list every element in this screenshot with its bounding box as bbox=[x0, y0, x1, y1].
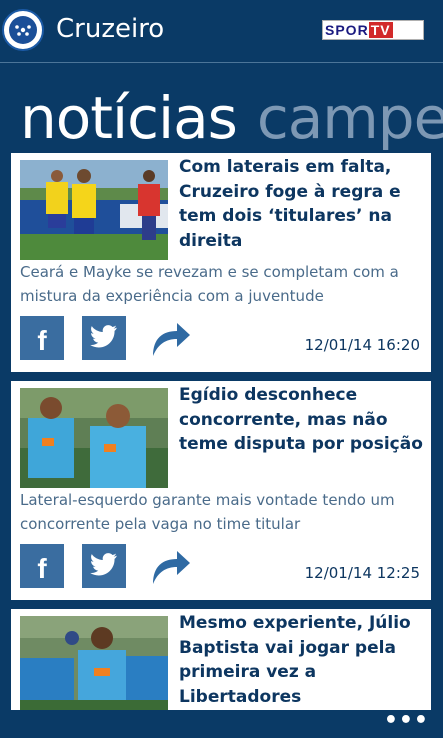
facebook-share-button[interactable]: f bbox=[20, 544, 64, 588]
news-headline[interactable]: Com laterais em falta, Cruzeiro foge à r… bbox=[179, 155, 424, 253]
news-photo bbox=[20, 388, 168, 488]
news-card[interactable]: Mesmo experiente, Júlio Baptista vai jog… bbox=[11, 609, 431, 710]
news-card[interactable]: Com laterais em falta, Cruzeiro foge à r… bbox=[11, 153, 431, 372]
share-forward-icon bbox=[153, 323, 190, 356]
news-summary: Lateral-esquerdo garante mais vontade te… bbox=[20, 491, 395, 533]
news-headline[interactable]: Mesmo experiente, Júlio Baptista vai jog… bbox=[179, 611, 424, 709]
pivot-header: notícias campe bbox=[20, 84, 443, 152]
facebook-share-button[interactable]: f bbox=[20, 316, 64, 360]
news-photo bbox=[20, 616, 168, 710]
pivot-tab-noticias[interactable]: notícias bbox=[20, 84, 238, 152]
news-photo bbox=[20, 160, 168, 260]
news-timestamp: 12/01/14 16:20 bbox=[304, 336, 420, 354]
app-title: Cruzeiro bbox=[56, 14, 165, 44]
share-forward-button[interactable] bbox=[147, 542, 193, 588]
share-forward-button[interactable] bbox=[147, 314, 193, 360]
cruzeiro-logo-icon bbox=[2, 9, 44, 51]
twitter-share-button[interactable] bbox=[82, 316, 126, 360]
facebook-icon: f bbox=[37, 553, 47, 584]
news-headline[interactable]: Egídio desconhece concorrente, mas não t… bbox=[179, 383, 424, 457]
twitter-icon bbox=[90, 553, 117, 576]
pivot-tab-campeonato[interactable]: campe bbox=[257, 84, 443, 152]
sportv-logo-tv: TV bbox=[368, 22, 393, 38]
news-card[interactable]: Egídio desconhece concorrente, mas não t… bbox=[11, 381, 431, 600]
twitter-share-button[interactable] bbox=[82, 544, 126, 588]
sportv-logo-text: SPOR bbox=[325, 22, 369, 38]
news-timestamp: 12/01/14 12:25 bbox=[304, 564, 420, 582]
app-header: Cruzeiro SPOR TV bbox=[0, 0, 443, 63]
twitter-icon bbox=[90, 325, 117, 348]
more-options-button[interactable]: ••• bbox=[384, 710, 429, 732]
facebook-icon: f bbox=[37, 325, 47, 356]
sportv-logo[interactable]: SPOR TV bbox=[322, 20, 424, 40]
share-forward-icon bbox=[153, 551, 190, 584]
news-summary: Ceará e Mayke se revezam e se completam … bbox=[20, 263, 399, 305]
